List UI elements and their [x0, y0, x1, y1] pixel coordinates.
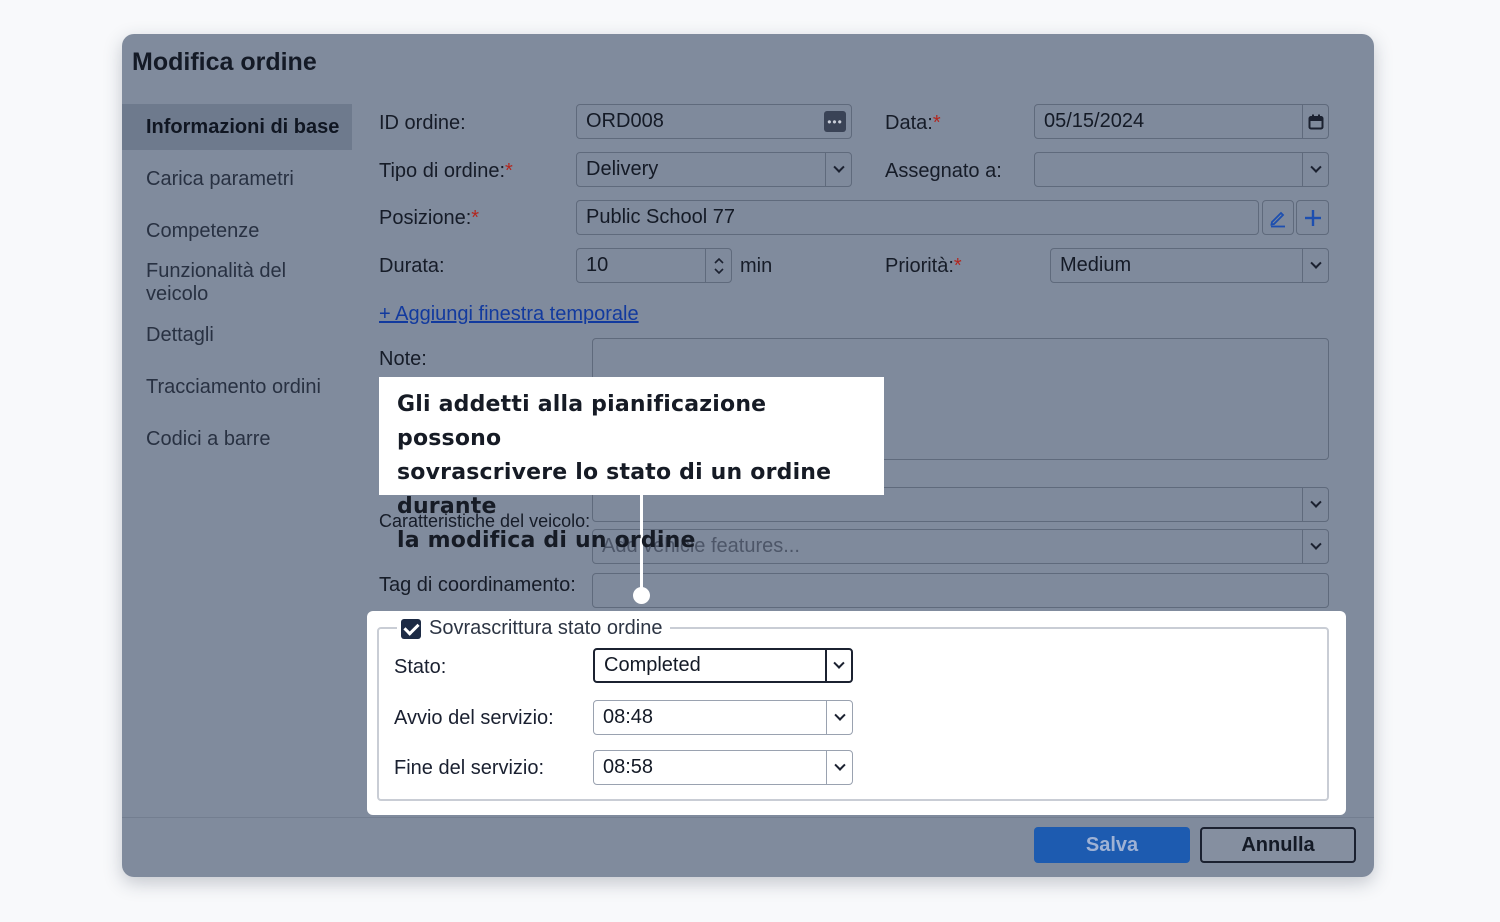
- status-override-checkbox[interactable]: [401, 618, 421, 639]
- service-start-value: 08:48: [603, 706, 654, 728]
- save-button[interactable]: Salva: [1034, 827, 1190, 863]
- sidebar-item-skills[interactable]: Competenze: [122, 208, 352, 254]
- chevron-down-icon[interactable]: [1302, 249, 1328, 282]
- callout-pointer-dot: [633, 587, 650, 604]
- sidebar: Informazioni di base Carica parametri Co…: [122, 104, 352, 468]
- order-id-value: ORD008: [586, 110, 664, 132]
- service-end-select[interactable]: 08:58: [593, 750, 853, 785]
- chevron-down-icon[interactable]: [1302, 488, 1328, 521]
- coordination-tag-input[interactable]: [592, 573, 1329, 608]
- coordination-tag-label: Tag di coordinamento:: [379, 574, 576, 596]
- duration-stepper[interactable]: 10: [576, 248, 732, 283]
- callout-line-3: la modifica di un ordine: [397, 528, 696, 553]
- add-time-window-link[interactable]: + Aggiungi finestra temporale: [379, 303, 639, 326]
- cancel-button[interactable]: Annulla: [1200, 827, 1356, 863]
- sidebar-item-order-tracking[interactable]: Tracciamento ordini: [122, 364, 352, 410]
- chevron-down-icon[interactable]: [1302, 530, 1328, 563]
- priority-select[interactable]: Medium: [1050, 248, 1329, 283]
- priority-label: Priorità:*: [885, 255, 962, 277]
- service-start-label: Avvio del servizio:: [394, 707, 554, 729]
- service-start-select[interactable]: 08:48: [593, 700, 853, 735]
- callout-tooltip: Gli addetti alla pianificazione possono …: [379, 377, 884, 553]
- notes-label: Note:: [379, 348, 427, 370]
- assigned-to-select[interactable]: [1034, 152, 1329, 187]
- callout-line-2: sovrascrivere lo stato di un ordine dura…: [397, 460, 832, 519]
- duration-value: 10: [586, 254, 609, 276]
- status-override-label: Sovrascrittura stato ordine: [429, 617, 663, 639]
- chevron-down-icon[interactable]: [825, 650, 851, 681]
- sidebar-item-vehicle-features[interactable]: Funzionalità del veicolo: [122, 260, 352, 306]
- duration-label: Durata:: [379, 255, 445, 277]
- add-position-button[interactable]: [1296, 200, 1329, 235]
- order-type-label: Tipo di ordine:*: [379, 160, 513, 182]
- position-label: Posizione:*: [379, 207, 480, 229]
- sidebar-item-barcodes[interactable]: Codici a barre: [122, 416, 352, 462]
- stepper-arrows-icon[interactable]: [705, 249, 731, 282]
- order-id-label: ID ordine:: [379, 112, 466, 134]
- chevron-down-icon[interactable]: [1302, 153, 1328, 186]
- status-select[interactable]: Completed: [593, 648, 853, 683]
- sidebar-item-details[interactable]: Dettagli: [122, 312, 352, 358]
- status-override-legend: Sovrascrittura stato ordine: [397, 617, 671, 640]
- order-id-field[interactable]: ORD008 •••: [576, 104, 852, 139]
- more-icon[interactable]: •••: [824, 111, 846, 132]
- edit-position-button[interactable]: [1262, 200, 1294, 235]
- calendar-icon[interactable]: [1302, 105, 1328, 138]
- footer-divider: [122, 817, 1374, 818]
- date-value: 05/15/2024: [1044, 110, 1145, 132]
- position-field[interactable]: Public School 77: [576, 200, 1259, 235]
- sidebar-item-load-parameters[interactable]: Carica parametri: [122, 156, 352, 202]
- service-end-value: 08:58: [603, 756, 654, 778]
- pencil-icon: [1270, 211, 1285, 227]
- status-label: Stato:: [394, 656, 447, 678]
- chevron-down-icon[interactable]: [826, 701, 852, 734]
- order-type-select[interactable]: Delivery: [576, 152, 852, 187]
- service-end-label: Fine del servizio:: [394, 757, 545, 779]
- duration-unit: min: [740, 255, 773, 277]
- status-override-fieldset: Sovrascrittura stato ordine Stato: Compl…: [377, 617, 1329, 801]
- order-type-value: Delivery: [586, 158, 659, 180]
- dialog-title: Modifica ordine: [132, 48, 317, 76]
- position-value: Public School 77: [586, 206, 735, 228]
- chevron-down-icon[interactable]: [826, 751, 852, 784]
- status-override-panel: Sovrascrittura stato ordine Stato: Compl…: [367, 611, 1346, 815]
- assigned-to-label: Assegnato a:: [885, 160, 1002, 182]
- date-label: Data:*: [885, 112, 941, 134]
- plus-icon: [1304, 209, 1321, 226]
- sidebar-item-basic-info[interactable]: Informazioni di base: [122, 104, 352, 150]
- callout-line-1: Gli addetti alla pianificazione possono: [397, 392, 767, 451]
- priority-value: Medium: [1060, 254, 1132, 276]
- chevron-down-icon[interactable]: [825, 153, 851, 186]
- status-value: Completed: [604, 654, 701, 676]
- date-field[interactable]: 05/15/2024: [1034, 104, 1329, 139]
